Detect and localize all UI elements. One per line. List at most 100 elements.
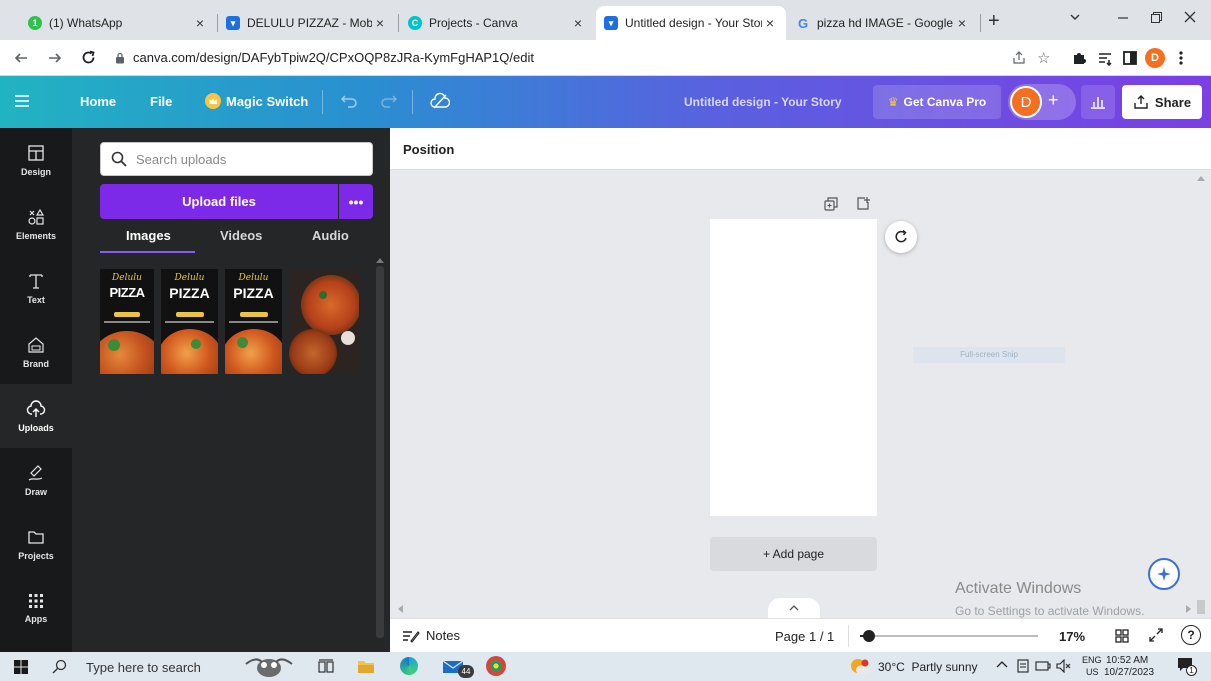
onedrive-icon[interactable] [1016,658,1030,674]
tab-close-icon[interactable]: × [954,15,970,31]
taskbar-search-icon[interactable] [52,659,67,674]
horizontal-scrollbar[interactable] [390,598,1211,618]
tab-search-chevron-icon[interactable] [1068,10,1082,24]
insights-button[interactable] [1081,85,1115,119]
user-avatar[interactable]: D [1010,86,1042,118]
scroll-left-arrow-icon[interactable] [398,605,403,613]
lock-icon[interactable] [115,52,125,64]
chrome-browser-icon[interactable] [486,656,506,676]
minimize-icon[interactable] [1117,12,1129,24]
page-indicator[interactable]: Page 1 / 1 [775,629,834,644]
side-panel-icon[interactable] [1123,51,1137,65]
rail-item-uploads[interactable]: Uploads [0,384,72,448]
rail-item-text[interactable]: Text [0,256,72,320]
share-page-icon[interactable] [1011,50,1027,66]
upload-files-button[interactable]: Upload files [100,184,338,219]
bookmark-star-icon[interactable]: ☆ [1037,49,1050,67]
forward-arrow-icon[interactable] [48,51,62,65]
rail-item-apps[interactable]: Apps [0,576,72,640]
profile-avatar[interactable]: D [1145,48,1165,68]
more-upload-options-button[interactable]: ••• [339,184,373,219]
tab-close-icon[interactable]: × [762,15,778,31]
add-page-button[interactable]: + Add page [710,537,877,571]
file-menu[interactable]: File [150,94,172,109]
close-window-icon[interactable] [1184,11,1196,23]
keyboard-region[interactable]: US [1086,667,1099,677]
duplicate-page-icon[interactable] [824,197,838,211]
magic-switch-button[interactable]: Magic Switch [226,94,308,109]
weather-sun-icon[interactable] [849,657,871,677]
share-button[interactable]: Share [1122,85,1202,119]
tab-images[interactable]: Images [126,228,171,243]
edge-browser-icon[interactable] [400,657,418,675]
rail-item-elements[interactable]: Elements [0,192,72,256]
back-arrow-icon[interactable] [14,51,28,65]
undo-icon[interactable] [340,93,358,109]
rail-item-projects[interactable]: Projects [0,512,72,576]
add-page-icon[interactable] [856,196,870,210]
rail-item-draw[interactable]: Draw [0,448,72,512]
tab-videos[interactable]: Videos [220,228,262,243]
add-collaborator-button[interactable]: + [1048,90,1059,111]
home-link[interactable]: Home [80,94,116,109]
position-button[interactable]: Position [403,142,454,157]
tray-chevron-up-icon[interactable] [996,659,1008,669]
file-explorer-icon[interactable] [357,659,375,674]
tab-close-icon[interactable]: × [372,15,388,31]
zoom-slider-handle[interactable] [862,630,875,642]
tab-projects-canva[interactable]: C Projects - Canva × [400,6,594,40]
reload-icon[interactable] [81,50,96,65]
windows-start-icon[interactable] [14,660,28,674]
cloud-saved-icon[interactable] [430,92,450,110]
scrollbar-thumb[interactable] [1197,600,1205,614]
upload-thumbnail-pizza-poster[interactable]: Delulu PIZZA [100,269,154,374]
design-title[interactable]: Untitled design - Your Story [684,95,842,109]
refresh-ideas-button[interactable] [885,221,917,253]
zoom-slider-track[interactable] [860,630,1038,642]
design-page[interactable] [710,219,877,516]
task-view-icon[interactable] [318,659,334,674]
panel-scrollbar[interactable] [376,258,384,648]
kebab-menu-icon[interactable] [1179,50,1183,66]
tab-untitled-design[interactable]: ▾ Untitled design - Your Story × [596,6,786,40]
restore-icon[interactable] [1150,11,1163,24]
taskbar-search-field[interactable]: Type here to search [86,660,201,675]
redo-icon[interactable] [380,93,398,109]
clock-date[interactable]: 10/27/2023 [1104,667,1154,678]
rail-item-brand[interactable]: Brand [0,320,72,384]
scroll-right-arrow-icon[interactable] [1186,605,1191,613]
tab-whatsapp[interactable]: 1 (1) WhatsApp × [20,6,216,40]
upload-thumbnail-pizza-poster[interactable]: Delulu PIZZA [225,269,282,374]
weather-label[interactable]: 30°C Partly sunny [878,660,978,674]
tab-delulu-pizzaz[interactable]: ▾ DELULU PIZZAZ - Mobile Vi × [218,6,396,40]
zoom-percent[interactable]: 17% [1059,629,1085,644]
scroll-up-arrow-icon[interactable] [1197,176,1205,181]
scroll-up-arrow-icon[interactable] [376,258,384,263]
hamburger-menu-icon[interactable] [14,94,30,108]
grid-view-icon[interactable] [1115,629,1129,643]
volume-muted-icon[interactable] [1056,659,1072,673]
tab-google-search[interactable]: G pizza hd IMAGE - Google Se × [788,6,978,40]
network-icon[interactable] [1035,659,1051,673]
rail-label: Apps [24,613,48,624]
tab-close-icon[interactable]: × [570,15,586,31]
clock-time[interactable]: 10:52 AM [1106,655,1148,666]
search-uploads-field[interactable]: Search uploads [100,142,373,176]
language-code[interactable]: ENG [1082,655,1102,665]
url-bar[interactable]: canva.com/design/DAFybTpiw2Q/CPxOQP8zJRa… [109,44,1205,72]
upload-thumbnail-pizza-poster[interactable]: Delulu PIZZA [161,269,218,374]
tab-close-icon[interactable]: × [192,15,208,31]
rail-item-design[interactable]: Design [0,128,72,192]
get-canva-pro-button[interactable]: ♛ Get Canva Pro [873,85,1001,119]
extensions-puzzle-icon[interactable] [1071,50,1087,66]
help-icon[interactable]: ? [1181,625,1201,645]
upload-thumbnail-pizza-photo[interactable] [289,269,359,374]
new-tab-button[interactable]: + [988,10,1000,33]
scrollbar-thumb[interactable] [376,266,384,638]
magic-assistant-button[interactable] [1148,558,1180,590]
reading-list-icon[interactable] [1097,50,1113,66]
fullscreen-icon[interactable] [1149,628,1163,642]
tab-audio[interactable]: Audio [312,228,349,243]
notes-button[interactable]: Notes [402,628,460,643]
show-pages-toggle[interactable] [768,598,820,618]
